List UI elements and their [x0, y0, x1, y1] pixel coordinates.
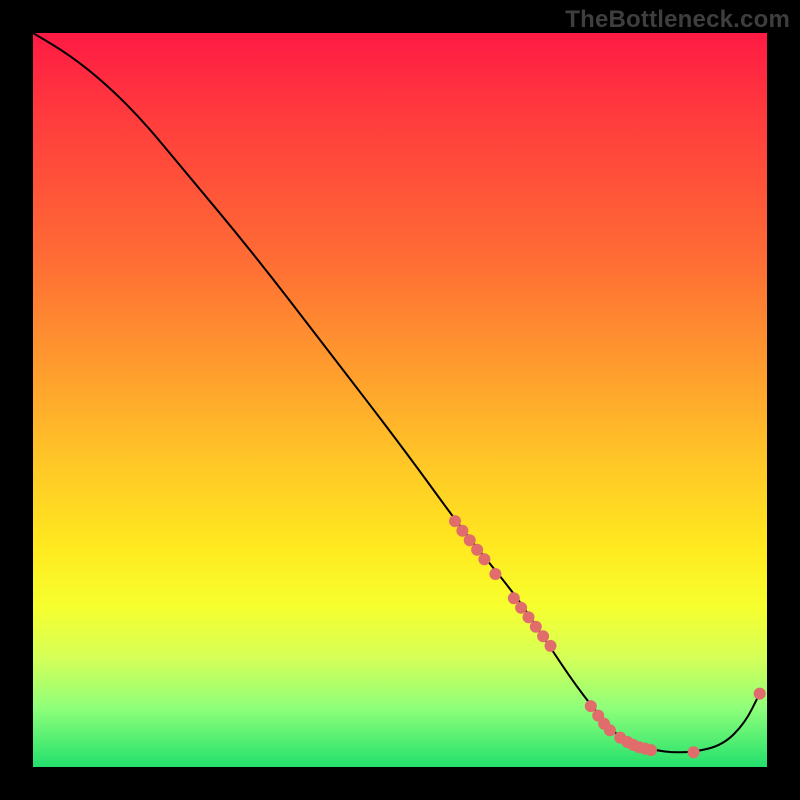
data-marker — [754, 688, 766, 700]
chart-frame: TheBottleneck.com — [0, 0, 800, 800]
data-marker — [489, 568, 501, 580]
curve-markers — [449, 515, 766, 758]
data-marker — [508, 592, 520, 604]
data-marker — [456, 525, 468, 537]
data-marker — [688, 746, 700, 758]
bottleneck-curve — [33, 33, 760, 752]
data-marker — [585, 700, 597, 712]
data-marker — [530, 621, 542, 633]
data-marker — [449, 515, 461, 527]
data-marker — [523, 611, 535, 623]
data-marker — [545, 640, 557, 652]
watermark-label: TheBottleneck.com — [565, 6, 790, 34]
curve-layer — [33, 33, 767, 767]
data-marker — [478, 553, 490, 565]
plot-area — [33, 33, 767, 767]
data-marker — [537, 630, 549, 642]
data-marker — [464, 534, 476, 546]
data-marker — [645, 744, 657, 756]
data-marker — [515, 602, 527, 614]
data-marker — [471, 544, 483, 556]
data-marker — [604, 724, 616, 736]
